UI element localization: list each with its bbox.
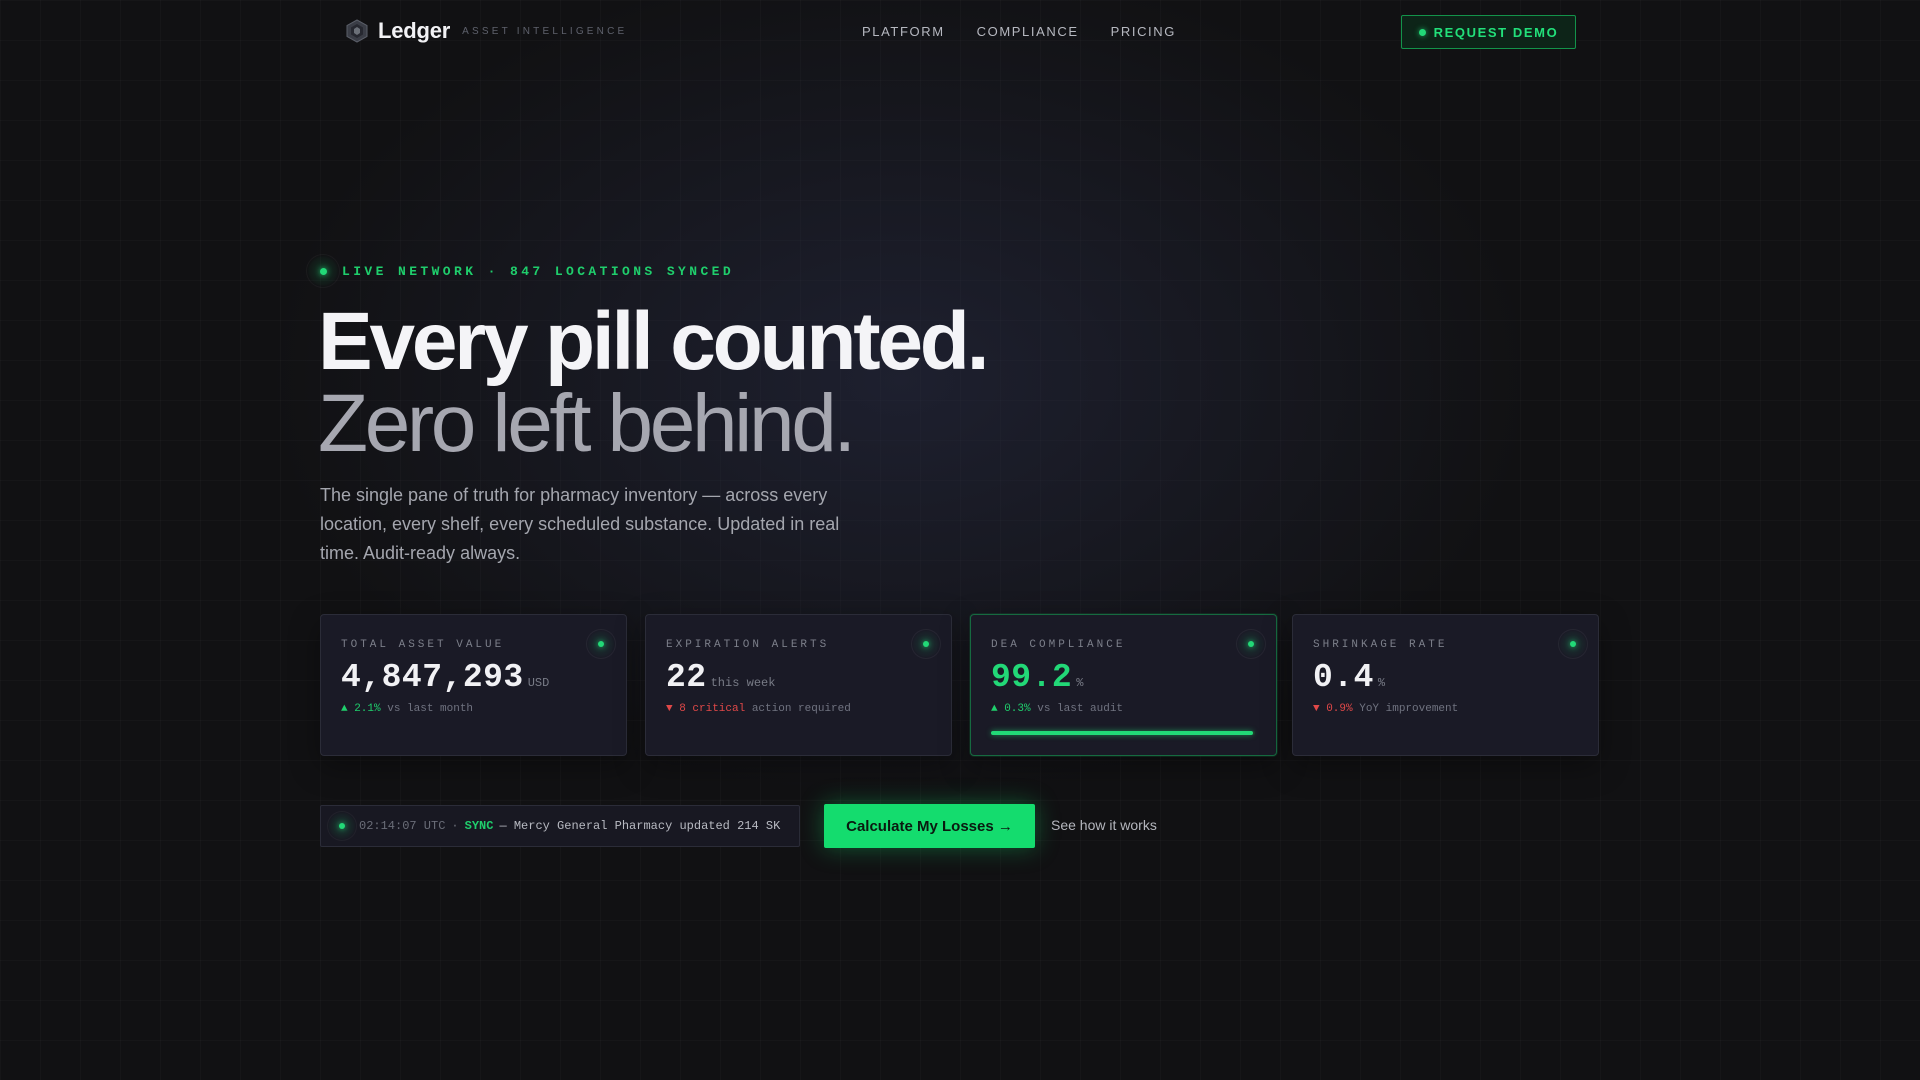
status-dot-icon (598, 641, 604, 647)
card-label: SHRINKAGE RATE (1313, 639, 1448, 651)
card-delta-value: ▲ 0.3% (991, 703, 1031, 715)
card-status-indicator (586, 629, 616, 659)
card-delta: ▲ 0.3% vs last audit (991, 703, 1123, 715)
request-demo-button[interactable]: REQUEST DEMO (1401, 15, 1576, 49)
card-value: 0.4 (1313, 659, 1374, 696)
sync-dot-icon (339, 823, 345, 829)
live-dot-icon (319, 267, 327, 275)
calculate-losses-button[interactable]: Calculate My Losses → (824, 804, 1035, 848)
card-value: 99.2 (991, 659, 1073, 696)
sync-ticker: 02:14:07 UTC · SYNC — Mercy General Phar… (320, 805, 800, 847)
top-nav: Ledger ASSET INTELLIGENCE PLATFORM COMPL… (0, 0, 1920, 64)
status-dot-icon (923, 641, 929, 647)
nav-link-compliance[interactable]: COMPLIANCE (977, 24, 1079, 39)
see-how-it-works-link[interactable]: See how it works (1051, 817, 1157, 833)
nav-link-pricing[interactable]: PRICING (1111, 24, 1176, 39)
sync-indicator (327, 811, 357, 841)
card-label: TOTAL ASSET VALUE (341, 639, 505, 651)
status-dot-icon (1418, 28, 1426, 36)
compliance-progress-bar (991, 731, 1255, 735)
card-delta-note: YoY improvement (1359, 703, 1459, 715)
card-unit: % (1377, 676, 1386, 690)
card-status-indicator (1558, 629, 1588, 659)
card-label: EXPIRATION ALERTS (666, 639, 830, 651)
live-status-text: LIVE NETWORK · 847 LOCATIONS SYNCED (342, 263, 735, 279)
stat-card-total-asset-value: TOTAL ASSET VALUE 4,847,293 USD ▲ 2.1% v… (320, 614, 627, 756)
card-delta-note: vs last month (387, 703, 474, 715)
logo-tagline: ASSET INTELLIGENCE (462, 25, 628, 37)
card-unit: USD (527, 676, 550, 690)
logo[interactable]: Ledger ASSET INTELLIGENCE (344, 18, 627, 44)
card-status-indicator (1236, 629, 1266, 659)
status-dot-icon (1248, 641, 1254, 647)
card-value: 22 (666, 659, 707, 696)
hexagon-logo-icon (346, 19, 368, 43)
live-network-status: LIVE NETWORK · 847 LOCATIONS SYNCED (306, 254, 734, 288)
nav-links: PLATFORM COMPLIANCE PRICING (862, 24, 1176, 39)
card-delta-note: action required (751, 703, 851, 715)
card-unit: % (1076, 676, 1084, 690)
ticker-tag: SYNC (464, 819, 494, 833)
stat-card-shrinkage-rate: SHRINKAGE RATE 0.4 % ▼ 0.9% YoY improvem… (1292, 614, 1599, 756)
card-delta: ▲ 2.1% vs last month (341, 703, 473, 715)
card-delta-value: ▲ 2.1% (341, 703, 381, 715)
stat-card-dea-compliance: DEA COMPLIANCE 99.2 % ▲ 0.3% vs last aud… (970, 614, 1277, 756)
nav-link-platform[interactable]: PLATFORM (862, 24, 945, 39)
live-indicator (306, 254, 340, 288)
card-value: 4,847,293 (341, 659, 524, 696)
card-delta: ▼ 0.9% YoY improvement (1313, 703, 1458, 715)
card-delta: ▼ 8 critical action required (666, 703, 851, 715)
logo-name: Ledger (378, 18, 451, 43)
card-delta-note: vs last audit (1037, 703, 1124, 715)
card-unit: this week (710, 676, 776, 690)
ticker-message: — Mercy General Pharmacy updated 214 SK (499, 819, 781, 833)
card-value-row: 22 this week (666, 659, 775, 696)
card-value-row: 0.4 % (1313, 659, 1385, 696)
card-value-row: 99.2 % (991, 659, 1083, 696)
hero-headline: Every pill counted. (318, 296, 989, 387)
compliance-progress-fill (991, 731, 1253, 735)
card-delta-value: ▼ 0.9% (1313, 703, 1353, 715)
card-delta-value: ▼ 8 critical (666, 703, 746, 715)
request-demo-label: REQUEST DEMO (1433, 24, 1559, 40)
card-value-row: 4,847,293 USD (341, 659, 549, 696)
stat-card-expiration-alerts: EXPIRATION ALERTS 22 this week ▼ 8 criti… (645, 614, 952, 756)
ticker-separator: · (451, 819, 459, 833)
hero-subheadline: Zero left behind. (318, 378, 856, 469)
status-dot-icon (1570, 641, 1576, 647)
hero-description: The single pane of truth for pharmacy in… (320, 485, 840, 563)
card-label: DEA COMPLIANCE (991, 639, 1126, 651)
card-status-indicator (911, 629, 941, 659)
ticker-time: 02:14:07 UTC (359, 819, 446, 833)
